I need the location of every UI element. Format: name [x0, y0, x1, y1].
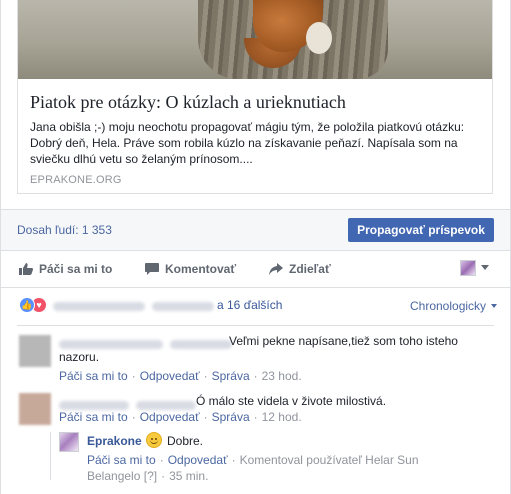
- reach-count[interactable]: Dosah ľudí: 1 353: [17, 223, 112, 237]
- comment-message-link[interactable]: Správa: [212, 410, 250, 424]
- reply-text: Dobre.: [167, 434, 204, 448]
- reply-avatar[interactable]: [59, 432, 79, 452]
- reply-like-link[interactable]: Páči sa mi to: [87, 453, 156, 467]
- comment-button[interactable]: Komentovať: [145, 262, 236, 276]
- comment-text: Veľmi pekne napísane,tiež som toho isteh…: [59, 334, 458, 364]
- share-button[interactable]: Zdieľať: [269, 262, 331, 276]
- smiley-emoji-icon: [146, 432, 162, 448]
- thumbs-up-icon: [19, 263, 33, 275]
- comment-sort-dropdown[interactable]: Chronologicky: [410, 299, 498, 313]
- divider: [17, 325, 494, 326]
- like-button[interactable]: Páči sa mi to: [19, 262, 112, 276]
- avatar[interactable]: [19, 393, 51, 425]
- link-preview-card[interactable]: Piatok pre otázky: O kúzlach a urieknuti…: [17, 0, 493, 194]
- chevron-down-icon: [491, 304, 498, 308]
- comment-label: Komentovať: [165, 262, 237, 276]
- comment-reply-link[interactable]: Odpovedať: [140, 369, 200, 383]
- comment-icon: [145, 263, 159, 275]
- like-reaction-icon: 👍: [19, 297, 35, 313]
- sort-label: Chronologicky: [410, 299, 487, 313]
- share-icon: [269, 263, 283, 275]
- comment-meta: Páči sa mi to · Odpovedať · Správa · 23 hod.: [59, 369, 302, 383]
- action-bar: Páči sa mi to Komentovať Zdieľať: [1, 251, 510, 287]
- reply-time[interactable]: 35 min.: [169, 469, 208, 483]
- divider: [1, 287, 511, 288]
- comment-time[interactable]: 23 hod.: [262, 369, 302, 383]
- link-description: Jana obišla ;-) moju neochotu propagovať…: [30, 120, 465, 166]
- chevron-down-icon[interactable]: [481, 265, 489, 270]
- link-domain: EPRAKONE.ORG: [30, 174, 122, 186]
- comment-reply-link[interactable]: Odpovedať: [140, 410, 200, 424]
- share-label: Zdieľať: [289, 262, 331, 276]
- post: Piatok pre otázky: O kúzlach a urieknuti…: [0, 0, 511, 494]
- help-link[interactable]: [?]: [144, 469, 157, 483]
- link-title[interactable]: Piatok pre otázky: O kúzlach a urieknuti…: [30, 92, 346, 113]
- reply-author[interactable]: Eprakone: [87, 434, 142, 448]
- reactions-summary: 👍 ♥ a 16 ďalších Chronologicky: [1, 290, 510, 322]
- link-preview-image[interactable]: [18, 0, 492, 79]
- reply-reply-link[interactable]: Odpovedať: [168, 453, 228, 467]
- reactions-others[interactable]: a 16 ďalších: [217, 298, 282, 312]
- avatar[interactable]: [19, 335, 51, 367]
- comment-message-link[interactable]: Správa: [212, 369, 250, 383]
- comment-text: Ó málo ste videla v živote milostivá.: [196, 394, 387, 408]
- page-avatar[interactable]: [460, 260, 476, 276]
- squirrel-belly: [306, 22, 332, 54]
- comment-meta: Páči sa mi to · Odpovedať · Správa · 12 hod.: [59, 410, 302, 424]
- reach-bar: Dosah ľudí: 1 353 Propagovať príspevok: [1, 210, 510, 250]
- reply-thread-line: [50, 432, 51, 480]
- comment-time[interactable]: 12 hod.: [262, 410, 302, 424]
- like-label: Páči sa mi to: [39, 262, 113, 276]
- comment-like-link[interactable]: Páči sa mi to: [59, 369, 128, 383]
- reactor-names[interactable]: [53, 299, 215, 313]
- boost-post-button[interactable]: Propagovať príspevok: [348, 218, 494, 242]
- comment-like-link[interactable]: Páči sa mi to: [59, 410, 128, 424]
- reply-meta: Páči sa mi to · Odpovedať · Komentoval použí…: [87, 453, 419, 483]
